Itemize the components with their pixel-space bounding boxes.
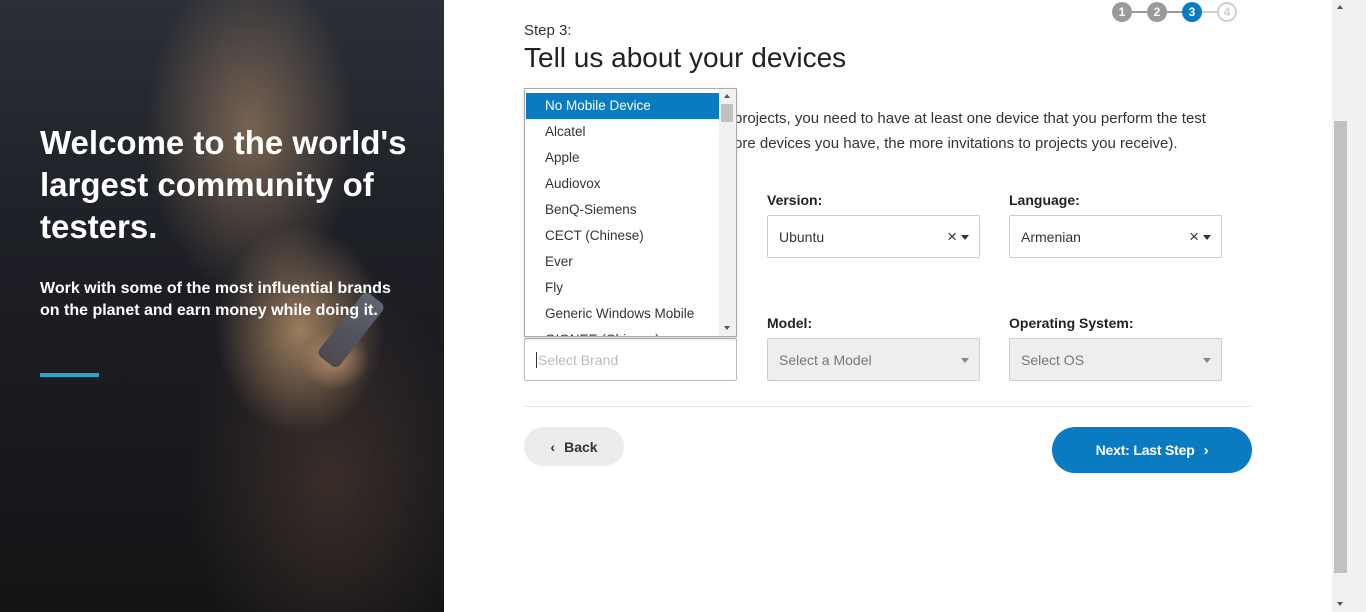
step-label: Step 3: (524, 22, 572, 39)
divider (524, 406, 1252, 407)
chevron-right-icon: › (1203, 441, 1209, 459)
next-button-label: Next: Last Step (1095, 442, 1195, 458)
version-label: Version: (767, 192, 823, 208)
brand-option[interactable]: Alcatel (526, 119, 719, 145)
os-label: Operating System: (1009, 315, 1134, 331)
chevron-left-icon: ‹ (550, 438, 556, 455)
brand-option[interactable]: Fly (526, 275, 719, 301)
brand-option[interactable]: GIONEE (Chinese) (526, 327, 719, 336)
model-placeholder: Select a Model (779, 351, 872, 368)
step-1: 1 (1112, 2, 1132, 22)
brand-select-input[interactable]: Select Brand (524, 338, 737, 381)
brand-option[interactable]: No Mobile Device (526, 93, 719, 119)
brand-options-list: No Mobile Device Alcatel Apple Audiovox … (526, 93, 719, 336)
brand-option[interactable]: Audiovox (526, 171, 719, 197)
chevron-down-icon[interactable] (961, 235, 969, 240)
brand-option[interactable]: Ever (526, 249, 719, 275)
page-title: Tell us about your devices (524, 42, 847, 73)
step-connector (1202, 11, 1217, 13)
chevron-down-icon[interactable] (1203, 358, 1211, 363)
version-select[interactable]: Ubuntu × (767, 215, 980, 258)
hero-accent-rule (40, 373, 99, 377)
scrollbar-thumb[interactable] (1334, 121, 1347, 573)
brand-placeholder: Select Brand (538, 351, 619, 368)
version-value: Ubuntu (779, 228, 825, 245)
step-connector (1132, 11, 1147, 13)
brand-option[interactable]: Apple (526, 145, 719, 171)
scrollbar-thumb[interactable] (721, 104, 733, 122)
scroll-up-arrow-icon[interactable] (724, 94, 730, 98)
os-select[interactable]: Select OS (1009, 338, 1222, 381)
model-select[interactable]: Select a Model (767, 338, 980, 381)
scroll-down-arrow-icon[interactable] (724, 326, 730, 330)
os-placeholder: Select OS (1021, 351, 1085, 368)
hero-subtitle: Work with some of the most influential b… (40, 280, 391, 319)
brand-option[interactable]: Generic Windows Mobile (526, 301, 719, 327)
step-connector (1167, 11, 1182, 13)
language-label: Language: (1009, 192, 1080, 208)
brand-option[interactable]: CECT (Chinese) (526, 223, 719, 249)
next-step-button[interactable]: Next: Last Step › (1052, 427, 1252, 473)
clear-icon[interactable]: × (947, 227, 957, 247)
dropdown-scrollbar[interactable] (719, 89, 736, 336)
page-scrollbar[interactable] (1332, 0, 1366, 612)
hero-panel: Welcome to the world's largest community… (0, 0, 444, 612)
step-2: 2 (1147, 2, 1167, 22)
language-select[interactable]: Armenian × (1009, 215, 1222, 258)
step-3-active: 3 (1182, 2, 1202, 22)
step-4: 4 (1217, 2, 1237, 22)
brand-option[interactable]: BenQ-Siemens (526, 197, 719, 223)
scroll-up-arrow-icon[interactable] (1337, 5, 1343, 9)
model-label: Model: (767, 315, 813, 331)
brand-dropdown[interactable]: No Mobile Device Alcatel Apple Audiovox … (524, 88, 737, 337)
step-indicator: 1 2 3 4 (1112, 2, 1237, 22)
language-value: Armenian (1021, 228, 1081, 245)
clear-icon[interactable]: × (1189, 227, 1199, 247)
back-button-label: Back (564, 438, 598, 455)
hero-title: Welcome to the world's largest community… (40, 124, 407, 245)
back-button[interactable]: ‹ Back (524, 427, 624, 466)
scroll-down-arrow-icon[interactable] (1337, 602, 1343, 606)
chevron-down-icon[interactable] (1203, 235, 1211, 240)
text-cursor (536, 351, 537, 368)
chevron-down-icon[interactable] (961, 358, 969, 363)
